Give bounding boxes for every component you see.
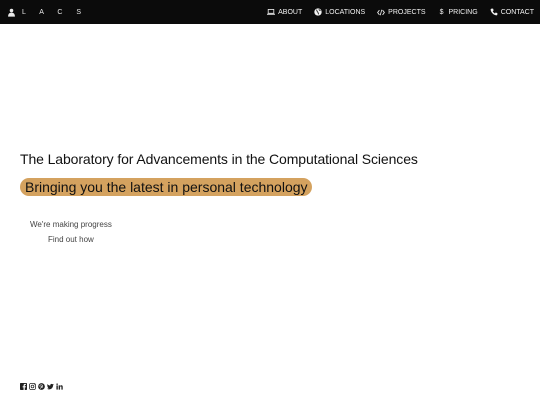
code-icon [377,8,386,16]
find-out-how-link[interactable]: Find out how [48,235,94,244]
social-links [20,383,63,390]
nav-contact-label: CONTACT [500,8,534,16]
brand-name: L A C S [22,8,88,16]
twitter-icon[interactable] [47,383,54,390]
hero-title: The Laboratory for Advancements in the C… [20,151,418,167]
hero-tagline: Bringing you the latest in personal tech… [20,178,312,196]
main-nav: ABOUT LOCATIONS PROJECTS $ PRICING CONTA… [267,8,534,16]
nav-contact[interactable]: CONTACT [490,8,534,16]
phone-icon [490,8,498,16]
nav-projects-label: PROJECTS [388,8,426,16]
nav-projects[interactable]: PROJECTS [377,8,426,16]
dollar-icon: $ [439,8,444,16]
linkedin-icon[interactable] [56,383,63,390]
person-icon [6,7,16,17]
progress-text: We're making progress [30,220,112,229]
facebook-icon[interactable] [20,383,27,390]
nav-about[interactable]: ABOUT [267,8,302,16]
brand-logo[interactable]: L A C S [6,7,87,17]
nav-about-label: ABOUT [278,8,303,16]
nav-locations[interactable]: LOCATIONS [314,8,365,16]
laptop-icon [267,8,276,16]
hero-section: The Laboratory for Advancements in the C… [20,150,520,197]
pinterest-icon[interactable] [38,383,45,390]
nav-pricing[interactable]: $ PRICING [438,8,478,16]
globe-icon [314,8,322,16]
nav-pricing-label: PRICING [448,8,478,16]
nav-locations-label: LOCATIONS [325,8,366,16]
instagram-icon[interactable] [29,383,36,390]
top-navigation-bar: L A C S ABOUT LOCATIONS PROJECTS $ PRICI… [0,0,540,24]
